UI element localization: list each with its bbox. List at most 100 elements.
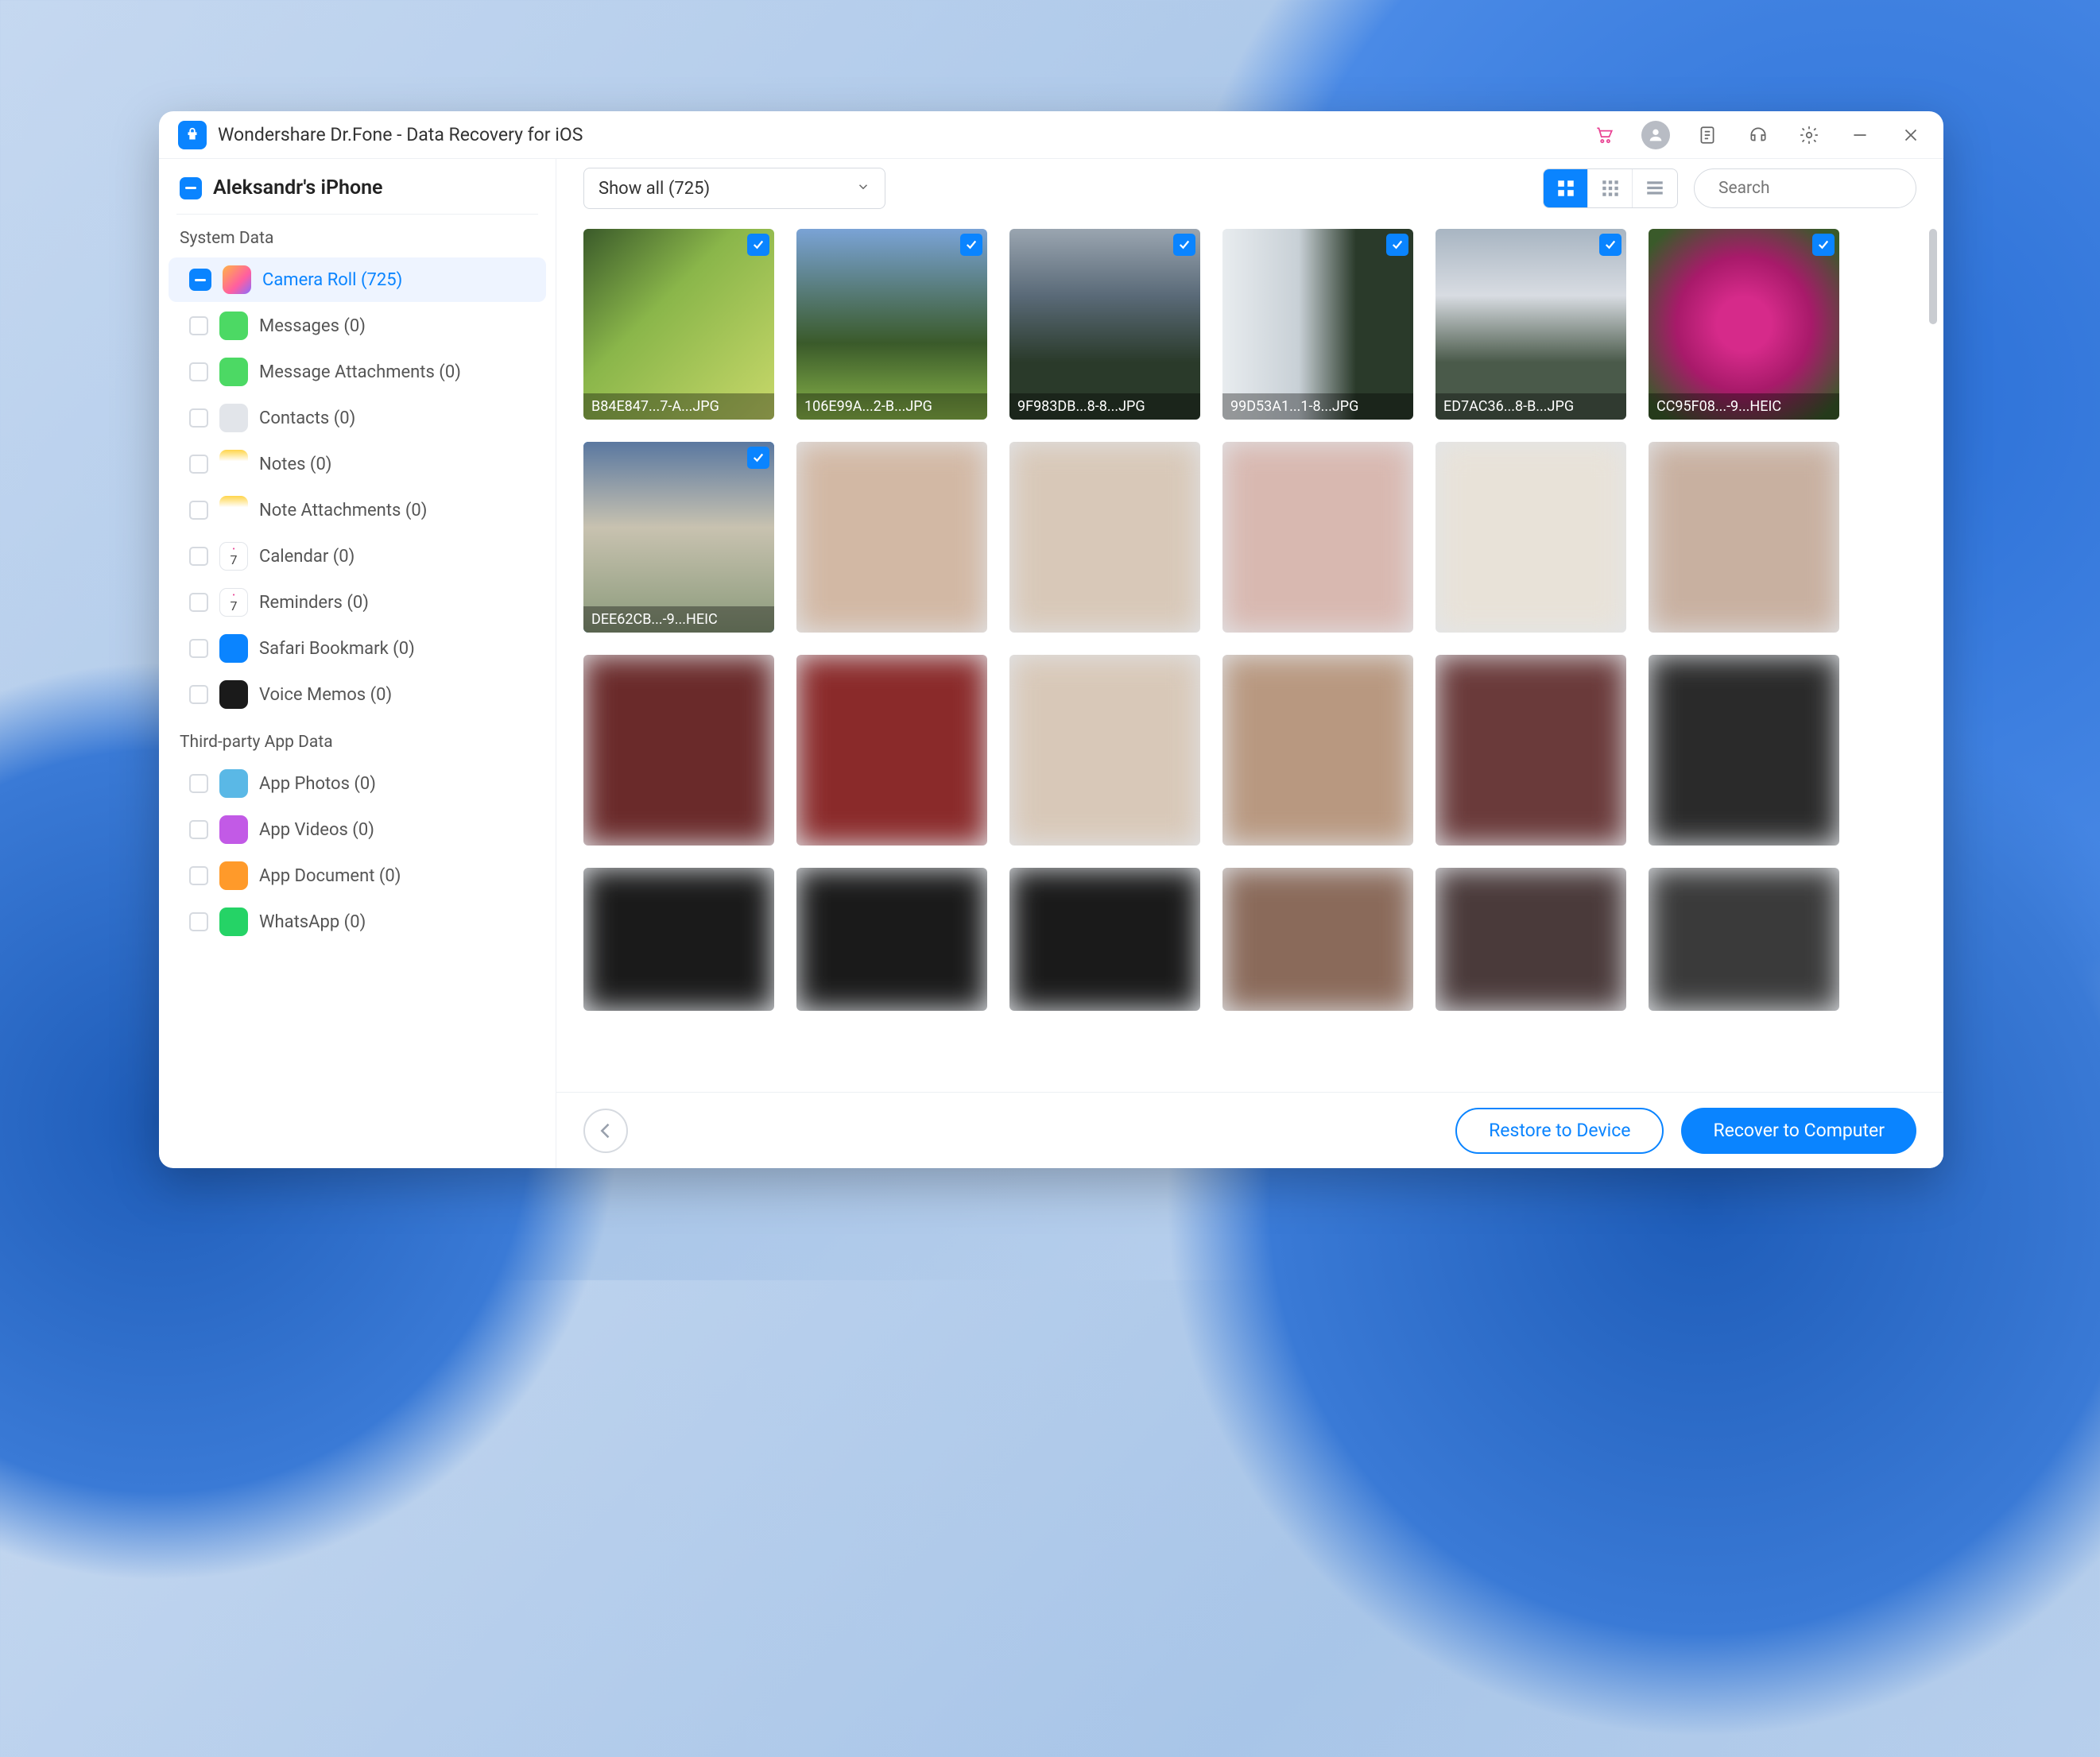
- thumbnail[interactable]: [796, 868, 987, 1011]
- checkbox[interactable]: [189, 362, 208, 381]
- thumbnail-image: [1009, 442, 1200, 633]
- thumbnail[interactable]: [1649, 868, 1839, 1011]
- restore-to-device-button[interactable]: Restore to Device: [1455, 1108, 1664, 1154]
- view-grid-small-button[interactable]: [1588, 169, 1633, 207]
- back-button[interactable]: [583, 1109, 628, 1153]
- thumbnail-image: [1649, 655, 1839, 846]
- thumbnail-image: [1436, 229, 1626, 420]
- sidebar-item[interactable]: •7Reminders (0): [169, 580, 546, 625]
- checkbox[interactable]: [189, 547, 208, 566]
- sidebar-item[interactable]: Camera Roll (725): [169, 257, 546, 302]
- thumbnail[interactable]: [1436, 655, 1626, 846]
- check-icon[interactable]: [1173, 234, 1195, 256]
- sidebar-item[interactable]: Contacts (0): [169, 396, 546, 440]
- thumbnail[interactable]: [796, 442, 987, 633]
- thumbnail[interactable]: [1436, 868, 1626, 1011]
- recover-to-computer-button[interactable]: Recover to Computer: [1681, 1108, 1916, 1154]
- thumbnail-filename: CC95F08...-9...HEIC: [1649, 393, 1839, 420]
- thumbnail[interactable]: [583, 655, 774, 846]
- checkbox[interactable]: [189, 820, 208, 839]
- notes-icon[interactable]: [1694, 122, 1721, 149]
- chevron-down-icon: [856, 179, 870, 199]
- checkbox[interactable]: [189, 912, 208, 931]
- thumbnail[interactable]: [796, 655, 987, 846]
- thumbnail[interactable]: [1436, 442, 1626, 633]
- sidebar-item[interactable]: Message Attachments (0): [169, 350, 546, 394]
- check-icon[interactable]: [747, 234, 769, 256]
- checkbox[interactable]: [189, 774, 208, 793]
- sidebar-item[interactable]: App Videos (0): [169, 807, 546, 852]
- checkbox[interactable]: [189, 408, 208, 428]
- check-icon[interactable]: [747, 447, 769, 469]
- sidebar-item[interactable]: WhatsApp (0): [169, 900, 546, 944]
- sidebar-item[interactable]: Safari Bookmark (0): [169, 626, 546, 671]
- sidebar-item[interactable]: Note Attachments (0): [169, 488, 546, 532]
- collapse-toggle-icon[interactable]: [189, 269, 211, 291]
- thumbnail-image: [1436, 442, 1626, 633]
- close-button[interactable]: [1897, 122, 1924, 149]
- thumbnail[interactable]: [583, 868, 774, 1011]
- view-list-button[interactable]: [1633, 169, 1677, 207]
- thumbnail-grid-wrap[interactable]: B84E847...7-A...JPG 106E99A...2-B...JPG 9F…: [556, 218, 1943, 1092]
- check-icon[interactable]: [960, 234, 982, 256]
- thumbnail[interactable]: [1222, 655, 1413, 846]
- thumbnail[interactable]: [1222, 442, 1413, 633]
- checkbox[interactable]: [189, 639, 208, 658]
- thumbnail[interactable]: [1009, 655, 1200, 846]
- checkbox[interactable]: [189, 593, 208, 612]
- device-row[interactable]: Aleksandr's iPhone: [159, 159, 556, 214]
- check-icon[interactable]: [1386, 234, 1408, 256]
- check-icon[interactable]: [1812, 234, 1835, 256]
- thumbnail[interactable]: 9F983DB...8-8...JPG: [1009, 229, 1200, 420]
- checkbox[interactable]: [189, 501, 208, 520]
- settings-icon[interactable]: [1796, 122, 1823, 149]
- thumbnail[interactable]: [1009, 868, 1200, 1011]
- cart-icon[interactable]: [1590, 122, 1618, 149]
- thumbnail-filename: B84E847...7-A...JPG: [583, 393, 774, 420]
- account-icon[interactable]: [1641, 121, 1670, 149]
- minimize-button[interactable]: [1846, 122, 1873, 149]
- thumbnail-image: [1009, 655, 1200, 846]
- sidebar-item-label: Notes (0): [259, 455, 331, 474]
- search-input[interactable]: [1718, 179, 1931, 198]
- checkbox[interactable]: [189, 455, 208, 474]
- collapse-toggle-icon[interactable]: [180, 177, 202, 199]
- thumbnail-image: [796, 868, 987, 1011]
- thumbnail[interactable]: [1649, 655, 1839, 846]
- thumbnail[interactable]: B84E847...7-A...JPG: [583, 229, 774, 420]
- checkbox[interactable]: [189, 866, 208, 885]
- sidebar-item[interactable]: Voice Memos (0): [169, 672, 546, 717]
- thumbnail[interactable]: 106E99A...2-B...JPG: [796, 229, 987, 420]
- thumbnail[interactable]: [1649, 442, 1839, 633]
- support-icon[interactable]: [1745, 122, 1772, 149]
- sidebar-item-label: Messages (0): [259, 316, 366, 336]
- thumbnail-image: [583, 442, 774, 633]
- view-grid-large-button[interactable]: [1544, 169, 1588, 207]
- thumbnail[interactable]: [1009, 442, 1200, 633]
- thumbnail-image: [1649, 442, 1839, 633]
- checkbox[interactable]: [189, 316, 208, 335]
- checkbox[interactable]: [189, 685, 208, 704]
- sidebar-item[interactable]: App Document (0): [169, 853, 546, 898]
- sidebar-item-label: Camera Roll (725): [262, 270, 402, 290]
- thumbnail[interactable]: 99D53A1...1-8...JPG: [1222, 229, 1413, 420]
- filter-label: Show all (725): [599, 179, 710, 199]
- thumbnail-filename: 106E99A...2-B...JPG: [796, 393, 987, 420]
- sidebar-item[interactable]: •7Calendar (0): [169, 534, 546, 579]
- check-icon[interactable]: [1599, 234, 1621, 256]
- thumbnail[interactable]: [1222, 868, 1413, 1011]
- category-icon: [219, 450, 248, 478]
- sidebar-item[interactable]: Notes (0): [169, 442, 546, 486]
- thumbnail[interactable]: ED7AC36...8-B...JPG: [1436, 229, 1626, 420]
- thumbnail[interactable]: DEE62CB...-9...HEIC: [583, 442, 774, 633]
- scrollbar[interactable]: [1929, 229, 1937, 324]
- sidebar-item[interactable]: Messages (0): [169, 304, 546, 348]
- filter-dropdown[interactable]: Show all (725): [583, 168, 885, 209]
- sidebar-item[interactable]: App Photos (0): [169, 761, 546, 806]
- category-icon: [219, 815, 248, 844]
- sidebar: Aleksandr's iPhone System Data Camera Ro…: [159, 159, 556, 1168]
- thumbnail[interactable]: CC95F08...-9...HEIC: [1649, 229, 1839, 420]
- category-icon: [219, 861, 248, 890]
- search-box[interactable]: [1694, 168, 1916, 208]
- sidebar-item-label: Reminders (0): [259, 593, 369, 613]
